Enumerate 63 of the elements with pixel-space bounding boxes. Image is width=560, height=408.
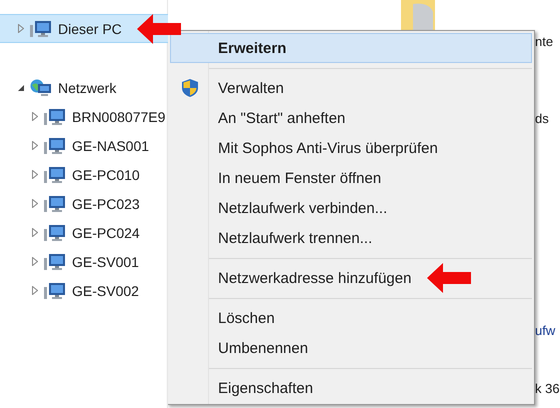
- menu-item[interactable]: Umbenennen: [170, 333, 532, 363]
- expand-arrow-icon[interactable]: [32, 112, 38, 121]
- tree-item-label: Netzwerk: [58, 80, 116, 96]
- text-fragment: nte: [535, 33, 554, 51]
- menu-item-label: Erweitern: [218, 40, 286, 56]
- tree-item-label: GE-SV001: [72, 254, 139, 270]
- computer-icon: [44, 282, 66, 300]
- text-fragment: ds: [535, 110, 550, 128]
- computer-icon: [44, 194, 66, 212]
- computer-icon: [44, 224, 66, 242]
- collapse-arrow-icon[interactable]: [17, 84, 25, 92]
- menu-item[interactable]: Netzlaufwerk trennen...: [170, 223, 532, 253]
- tree-item[interactable]: GE-PC010: [0, 160, 168, 189]
- shield-icon: [182, 79, 198, 97]
- tree-item-label: GE-SV002: [72, 282, 139, 298]
- menu-item[interactable]: Mit Sophos Anti-Virus überprüfen: [170, 133, 532, 163]
- tree-item[interactable]: Netzwerk: [0, 73, 168, 102]
- expand-arrow-icon[interactable]: [32, 286, 38, 295]
- menu-item-label: Löschen: [218, 310, 275, 326]
- menu-item[interactable]: Löschen: [170, 303, 532, 333]
- tree-item[interactable]: BRN008077E9: [0, 102, 168, 131]
- menu-item-label: Eigenschaften: [218, 380, 314, 396]
- menu-item[interactable]: An "Start" anheften: [170, 103, 532, 133]
- computer-icon: [44, 252, 66, 270]
- expand-arrow-icon[interactable]: [32, 228, 38, 237]
- network-icon: [30, 78, 52, 96]
- tree-item[interactable]: GE-NAS001: [0, 131, 168, 160]
- computer-icon: [44, 108, 66, 126]
- text-fragment: k 36: [535, 380, 560, 398]
- menu-item-label: Netzwerkadresse hinzufügen: [218, 270, 412, 286]
- computer-icon: [30, 20, 52, 38]
- menu-item[interactable]: In neuem Fenster öffnen: [170, 163, 532, 193]
- menu-item-label: Verwalten: [218, 80, 284, 96]
- expand-arrow-icon[interactable]: [18, 24, 24, 33]
- tree-item-label: GE-PC024: [72, 224, 140, 240]
- menu-item[interactable]: Eigenschaften: [170, 373, 532, 403]
- menu-item[interactable]: Netzlaufwerk verbinden...: [170, 193, 532, 223]
- expand-arrow-icon[interactable]: [32, 170, 38, 179]
- expand-arrow-icon[interactable]: [32, 257, 38, 266]
- computer-icon: [44, 166, 66, 184]
- tree-item[interactable]: GE-PC024: [0, 218, 168, 247]
- tree-item[interactable]: GE-SV001: [0, 247, 168, 276]
- link-text-fragment[interactable]: ufw: [535, 322, 560, 340]
- tree-item-label: GE-PC023: [72, 196, 140, 212]
- tree-item[interactable]: Dieser PC: [0, 14, 168, 43]
- expand-arrow-icon[interactable]: [32, 199, 38, 208]
- tree-item-label: GE-PC010: [72, 166, 140, 182]
- menu-item[interactable]: Erweitern: [170, 33, 532, 63]
- menu-item-label: In neuem Fenster öffnen: [218, 170, 382, 186]
- tree-item-label: BRN008077E9: [72, 108, 166, 124]
- menu-item-label: Mit Sophos Anti-Virus überprüfen: [218, 140, 438, 156]
- menu-item-label: An "Start" anheften: [218, 110, 346, 126]
- menu-item[interactable]: Netzwerkadresse hinzufügen: [170, 263, 532, 293]
- computer-icon: [44, 136, 66, 154]
- menu-item-label: Netzlaufwerk trennen...: [218, 230, 372, 246]
- expand-arrow-icon[interactable]: [32, 141, 38, 150]
- menu-item[interactable]: Verwalten: [170, 73, 532, 103]
- tree-item-label: Dieser PC: [58, 20, 122, 36]
- tree-item[interactable]: GE-PC023: [0, 189, 168, 218]
- menu-item-label: Umbenennen: [218, 340, 308, 356]
- tree-item-label: GE-NAS001: [72, 138, 150, 154]
- tree-item[interactable]: GE-SV002: [0, 276, 168, 305]
- menu-item-label: Netzlaufwerk verbinden...: [218, 200, 388, 216]
